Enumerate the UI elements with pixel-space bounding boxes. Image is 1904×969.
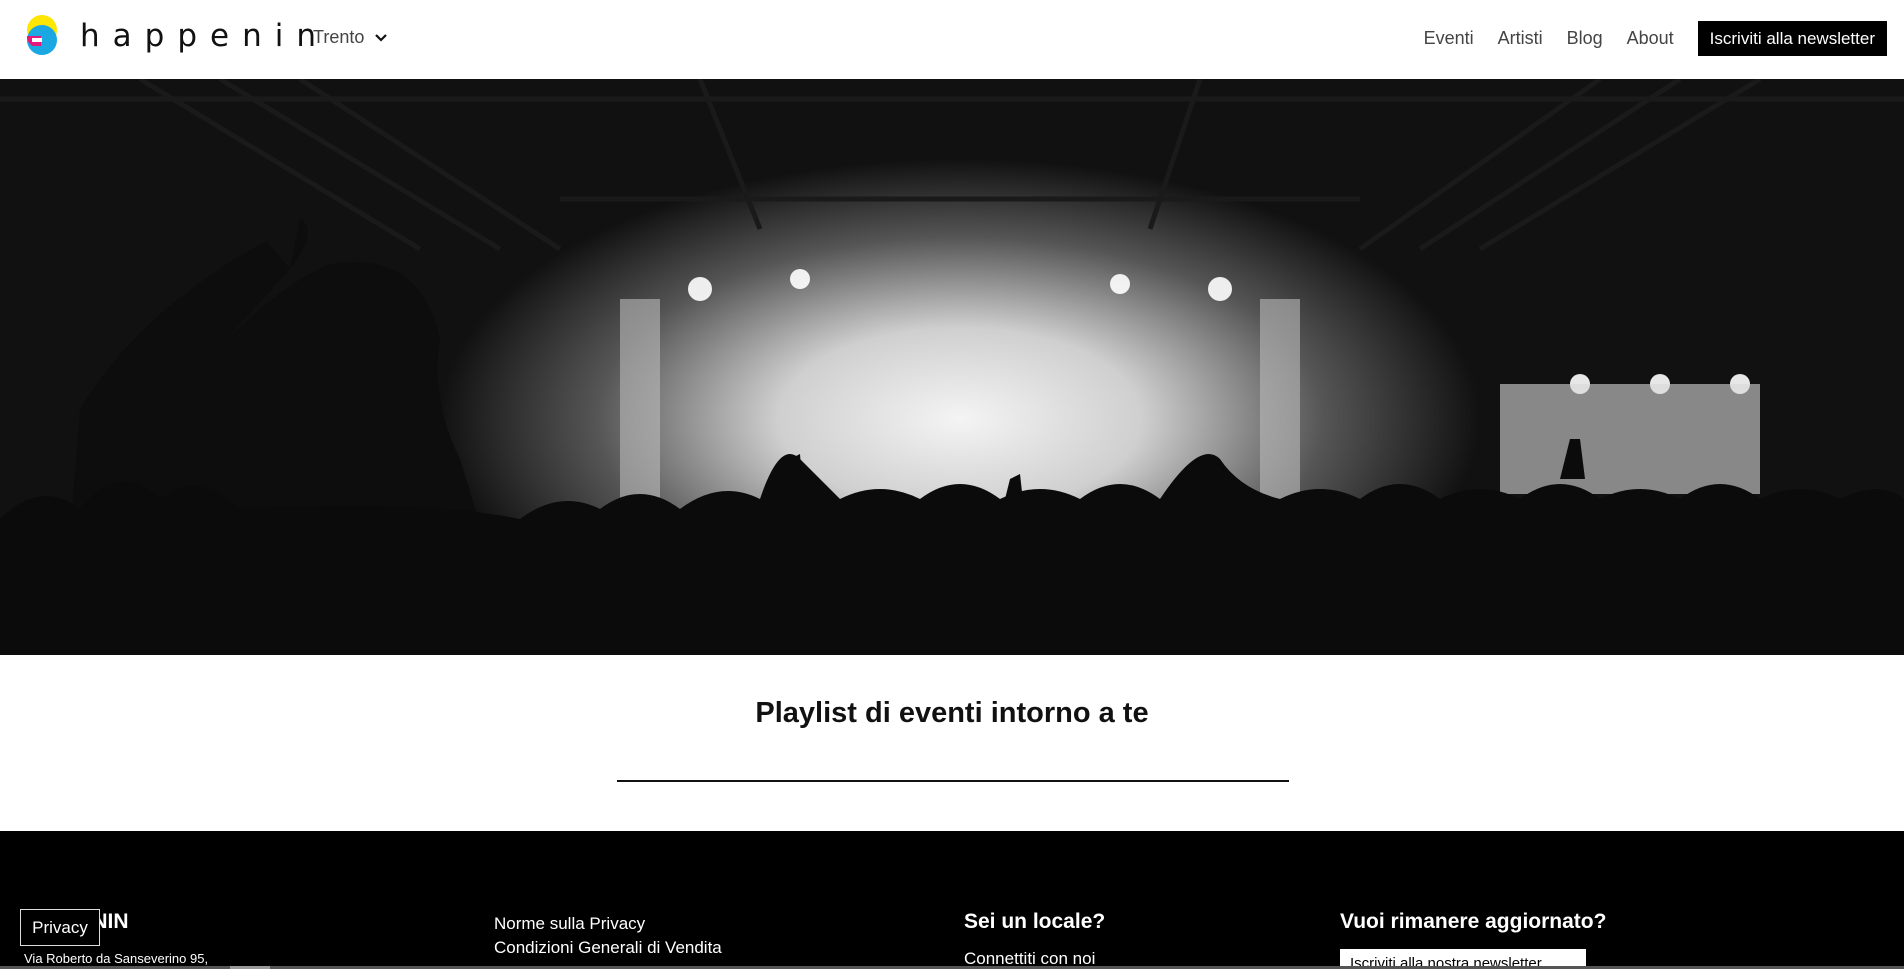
site-header: happenin Trento Eventi Artisti Blog Abou…: [0, 0, 1904, 79]
city-label: Trento: [313, 27, 365, 47]
footer-link-privacy[interactable]: Norme sulla Privacy: [494, 912, 722, 936]
hero-image: [0, 79, 1904, 655]
footer-newsletter-title: Vuoi rimanere aggiornato?: [1340, 910, 1607, 933]
divider: [617, 780, 1289, 782]
logo-wordmark: happenin: [80, 18, 329, 54]
footer-links: Norme sulla Privacy Condizioni Generali …: [494, 912, 722, 960]
privacy-button[interactable]: Privacy: [20, 909, 100, 946]
footer-address: Via Roberto da Sanseverino 95,: [24, 951, 209, 966]
site-footer: HAPPENIN Via Roberto da Sanseverino 95, …: [0, 831, 1904, 969]
nav-events[interactable]: Eventi: [1424, 28, 1474, 49]
newsletter-button[interactable]: Iscriviti alla newsletter: [1697, 20, 1887, 56]
nav-artists[interactable]: Artisti: [1498, 28, 1543, 49]
footer-link-conditions[interactable]: Condizioni Generali di Vendita: [494, 936, 722, 960]
concert-crowd-photo: [0, 79, 1904, 655]
nav-blog[interactable]: Blog: [1567, 28, 1603, 49]
nav-about[interactable]: About: [1627, 28, 1674, 49]
logo-icon: [26, 15, 57, 55]
chevron-down-icon: [375, 33, 388, 42]
main-nav: Eventi Artisti Blog About Iscriviti alla…: [1424, 20, 1887, 56]
footer-locale-title: Sei un locale?: [964, 910, 1106, 933]
logo[interactable]: happenin: [22, 14, 329, 58]
city-selector[interactable]: Trento: [313, 27, 388, 48]
playlist-title: Playlist di eventi intorno a te: [755, 697, 1149, 729]
